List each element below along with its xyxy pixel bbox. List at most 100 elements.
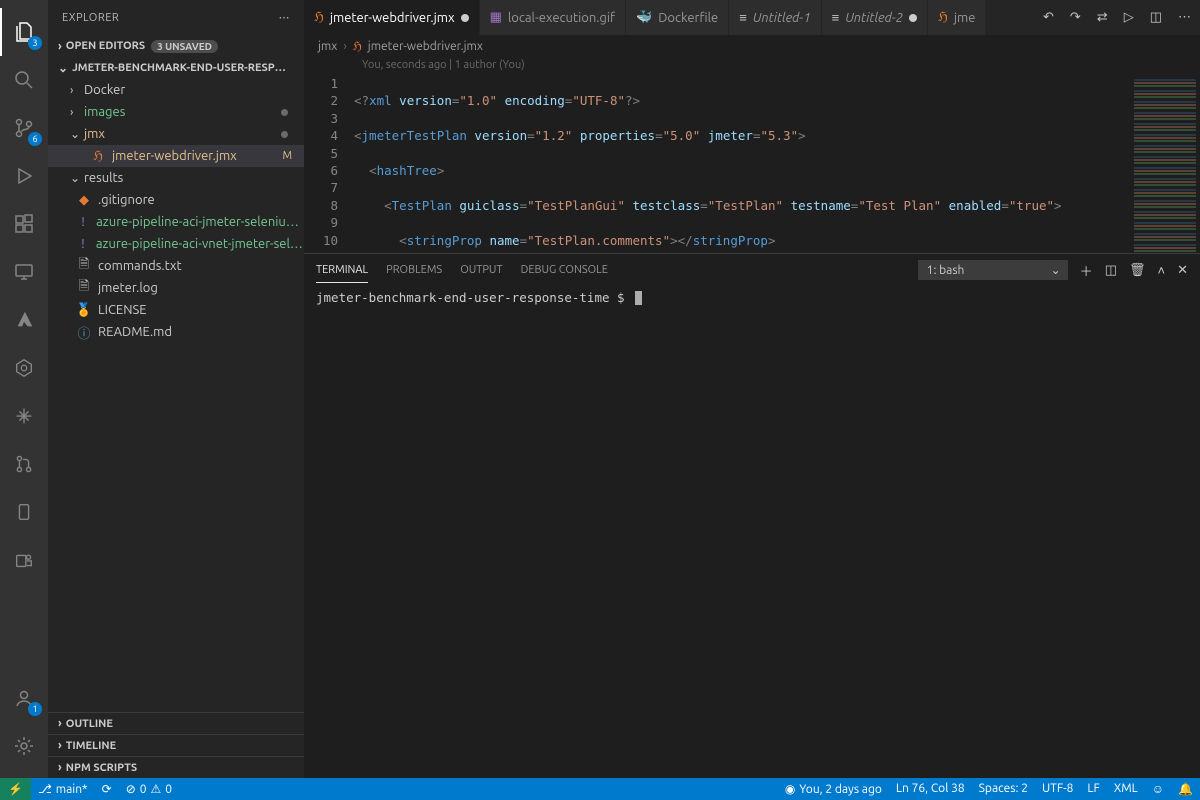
panel-tab-terminal[interactable]: TERMINAL [316, 258, 368, 283]
status-notifications[interactable]: 🔔 [1171, 782, 1200, 796]
breadcrumb-segment[interactable]: jmeter-webdriver.jmx [368, 40, 483, 53]
activity-extensions[interactable] [0, 200, 48, 248]
folder-jmx[interactable]: ⌄ jmx [48, 123, 304, 145]
status-blame[interactable]: ◉ You, 2 days ago [778, 782, 889, 796]
file-license[interactable]: 🏅 LICENSE [48, 299, 304, 321]
status-feedback[interactable]: ☺ [1145, 782, 1171, 796]
file-gitignore[interactable]: ◆ .gitignore [48, 189, 304, 211]
tab-label: Untitled-1 [753, 11, 811, 25]
chevron-right-icon: › [70, 106, 84, 119]
activity-gitlens[interactable] [0, 392, 48, 440]
status-spaces[interactable]: Spaces: 2 [972, 782, 1035, 795]
activity-kubernetes[interactable] [0, 344, 48, 392]
folder-label: results [84, 171, 123, 185]
code-editor[interactable]: 1 2 3 4 5 6 7 8 9 10 <?xml version="1.0"… [304, 75, 1200, 253]
file-readme[interactable]: ⓘ README.md [48, 321, 304, 343]
tab-untitled-1[interactable]: ≡ Untitled-1 [729, 0, 821, 35]
activity-settings[interactable] [0, 722, 48, 770]
branch-icon: ⎇ [38, 782, 52, 796]
debug-icon [12, 164, 36, 188]
minimap[interactable] [1130, 75, 1200, 253]
file-jmeter-webdriver[interactable]: ℌ jmeter-webdriver.jmx M [48, 145, 304, 167]
folder-images[interactable]: › images [48, 101, 304, 123]
run-button[interactable]: ▷ [1121, 8, 1137, 27]
new-terminal-button[interactable]: ＋ [1080, 261, 1093, 280]
section-timeline[interactable]: › TIMELINE [48, 734, 304, 756]
warning-count: 0 [165, 783, 172, 796]
tab-local-execution[interactable]: ▦ local-execution.gif [480, 0, 626, 35]
panel-tab-problems[interactable]: PROBLEMS [386, 258, 442, 282]
scm-badge: 6 [28, 132, 42, 146]
section-outline[interactable]: › OUTLINE [48, 712, 304, 734]
activity-explorer[interactable]: 3 [0, 8, 48, 56]
split-button[interactable]: ◫ [1147, 8, 1165, 27]
terminal-body[interactable]: jmeter-benchmark-end-user-response-time … [304, 286, 1200, 778]
file-label: azure-pipeline-aci-jmeter-selenium-hea..… [96, 215, 304, 229]
line-number: 10 [304, 232, 338, 249]
activity-teams[interactable] [0, 536, 48, 584]
activity-scm[interactable]: 6 [0, 104, 48, 152]
folder-results[interactable]: ⌄ results [48, 167, 304, 189]
activity-debug[interactable] [0, 152, 48, 200]
go-back-button[interactable]: ↶ [1040, 8, 1057, 27]
section-project[interactable]: ⌄ JMETER-BENCHMARK-END-USER-RESPONSE-... [48, 57, 304, 79]
status-encoding[interactable]: UTF-8 [1035, 782, 1080, 795]
tab-dockerfile[interactable]: 🐳 Dockerfile [626, 0, 729, 35]
close-panel-button[interactable]: ✕ [1177, 263, 1188, 278]
code-content[interactable]: <?xml version="1.0" encoding="UTF-8"?> <… [354, 75, 1130, 253]
terminal-select[interactable]: 1: bash [918, 260, 1068, 280]
docker-file-icon: 🐳 [636, 10, 652, 25]
tab-more[interactable]: ℌ jme [928, 0, 986, 35]
panel-actions: 1: bash ＋ ◫ 🗑 ˄ ✕ [918, 260, 1188, 280]
more-actions-button[interactable]: ⋯ [1175, 8, 1194, 27]
compare-button[interactable]: ⇄ [1094, 8, 1111, 27]
tab-untitled-2[interactable]: ≡ Untitled-2 [822, 0, 928, 35]
line-number: 6 [304, 162, 338, 179]
breadcrumb-segment[interactable]: jmx [318, 40, 337, 53]
chevron-right-icon: › [58, 761, 62, 774]
status-lncol[interactable]: Ln 76, Col 38 [889, 782, 972, 795]
status-branch[interactable]: ⎇ main* [31, 778, 95, 800]
breadcrumbs[interactable]: jmx › ℌ jmeter-webdriver.jmx [304, 35, 1200, 57]
status-sync[interactable]: ⟳ [95, 778, 119, 800]
search-icon [12, 68, 36, 92]
file-commands[interactable]: 🗎 commands.txt [48, 255, 304, 277]
activity-pull-requests[interactable] [0, 440, 48, 488]
file-jmeterlog[interactable]: 🗎 jmeter.log [48, 277, 304, 299]
sidebar-more[interactable]: ⋯ [279, 11, 291, 24]
activity-device[interactable] [0, 488, 48, 536]
chevron-right-icon: › [58, 739, 62, 752]
pull-request-icon [13, 453, 35, 475]
panel-tab-output[interactable]: OUTPUT [460, 258, 502, 282]
line-gutter: 1 2 3 4 5 6 7 8 9 10 [304, 75, 354, 253]
status-remote[interactable]: ⚡ [0, 778, 31, 800]
status-right: ◉ You, 2 days ago Ln 76, Col 38 Spaces: … [778, 782, 1200, 796]
sidebar-header: EXPLORER ⋯ [48, 0, 304, 35]
maximize-panel-button[interactable]: ˄ [1158, 263, 1166, 278]
line-number: 4 [304, 127, 338, 144]
remote-icon [12, 260, 36, 284]
status-language[interactable]: XML [1107, 782, 1145, 795]
status-problems[interactable]: ⊘0 ⚠0 [119, 778, 179, 800]
section-npm[interactable]: › NPM SCRIPTS [48, 756, 304, 778]
tab-jmeter-webdriver[interactable]: ℌ jmeter-webdriver.jmx [304, 0, 480, 35]
status-eol[interactable]: LF [1080, 782, 1106, 795]
folder-docker[interactable]: › Docker [48, 79, 304, 101]
sparkle-icon [13, 405, 35, 427]
file-label: commands.txt [98, 259, 182, 273]
activity-azure[interactable] [0, 296, 48, 344]
split-terminal-button[interactable]: ◫ [1105, 263, 1117, 278]
panel-tab-debug[interactable]: DEBUG CONSOLE [521, 258, 608, 282]
section-open-editors[interactable]: › OPEN EDITORS 3 UNSAVED [48, 35, 304, 57]
file-azure2[interactable]: ! azure-pipeline-aci-vnet-jmeter-seleniu… [48, 233, 304, 255]
yaml-file-icon: ! [76, 237, 90, 251]
timeline-label: TIMELINE [66, 740, 116, 752]
file-azure1[interactable]: ! azure-pipeline-aci-jmeter-selenium-hea… [48, 211, 304, 233]
go-forward-button[interactable]: ↷ [1067, 8, 1084, 27]
line-number: 7 [304, 179, 338, 196]
activity-remote[interactable] [0, 248, 48, 296]
kill-terminal-button[interactable]: 🗑 [1129, 263, 1146, 278]
line-number: 2 [304, 92, 338, 109]
activity-search[interactable] [0, 56, 48, 104]
activity-accounts[interactable]: 1 [0, 674, 48, 722]
